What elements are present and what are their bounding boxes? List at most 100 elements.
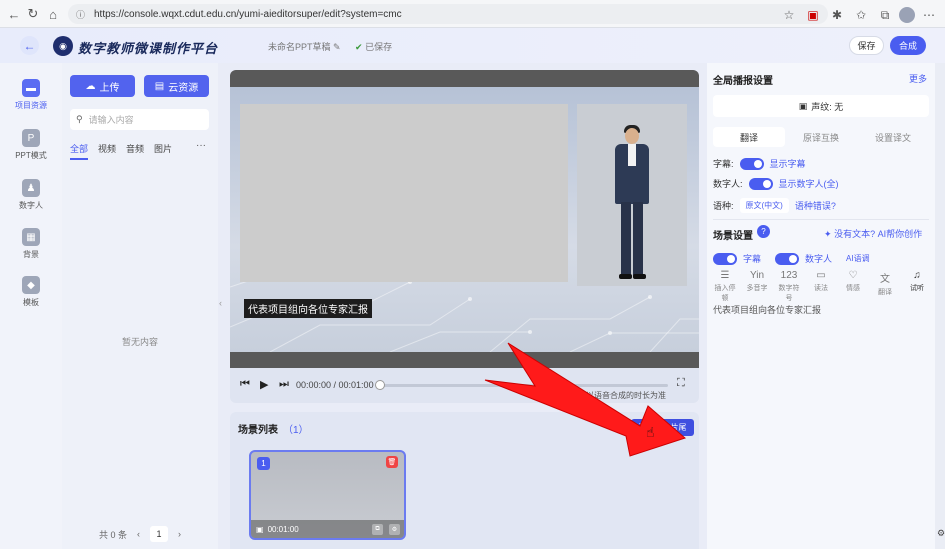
progress-knob[interactable] (375, 380, 385, 390)
asset-tabs: 全部 视频 音频 图片 (70, 142, 172, 160)
edit-icon[interactable]: ✎ (333, 42, 341, 52)
tab-translate[interactable]: 翻译 (713, 127, 785, 147)
ai-create-link[interactable]: ✦ 没有文本? AI帮你创作 (824, 227, 922, 240)
nav-item-ppt-mode[interactable]: P PPT模式 (0, 129, 62, 161)
ai-voice-link[interactable]: AI语调 (846, 253, 870, 264)
cloud-resources-button[interactable]: ▤ 云资源 (144, 75, 209, 97)
reload-icon[interactable]: ↻ (22, 3, 44, 25)
translate-tool[interactable]: 文翻译 (873, 270, 897, 303)
tab-video[interactable]: 视频 (98, 142, 116, 160)
pager-prev[interactable]: ‹ (137, 529, 140, 539)
doc-title-text: 未命名PPT草稿 (268, 42, 331, 52)
voice-label: 声纹: 无 (811, 101, 844, 112)
tab-audio[interactable]: 音频 (126, 142, 144, 160)
tab-all[interactable]: 全部 (70, 142, 89, 160)
gear-icon[interactable]: ⚙ (937, 528, 945, 539)
ai-create-text: 没有文本? AI帮你创作 (834, 229, 923, 239)
language-error-link[interactable]: 语种错误? (795, 199, 836, 212)
nav-label: 项目资源 (15, 101, 47, 110)
script-textarea[interactable]: 代表项目组向各位专家汇报 (713, 303, 821, 316)
nav-item-background[interactable]: ▦ 背景 (0, 228, 62, 260)
settings-icon[interactable]: ⚙ (389, 524, 400, 535)
scene-duration: 00:01:00 (267, 524, 299, 534)
favorites-icon[interactable]: ✩ (851, 4, 871, 26)
arrow-left-icon: ← (23, 38, 36, 53)
profile-icon[interactable] (899, 7, 915, 23)
tool-label: 数字符号 (778, 285, 800, 302)
preview-listen-tool[interactable]: ♫ 试听 (905, 270, 929, 303)
slide-canvas[interactable] (240, 104, 568, 282)
extension-icon[interactable]: ▣ (803, 4, 823, 26)
upload-button[interactable]: ☁ 上传 (70, 75, 135, 97)
scene-number: 1 (257, 457, 270, 470)
pager-page[interactable]: 1 (150, 526, 168, 542)
url-text: https://console.wqxt.cdut.edu.cn/yumi-ai… (94, 8, 402, 20)
tool-label: 试听 (910, 285, 924, 292)
folder-icon: ▬ (22, 79, 40, 97)
upload-label: 上传 (99, 82, 120, 94)
cube-icon: ◆ (22, 276, 40, 294)
digital-human-frame[interactable] (577, 104, 687, 286)
star-icon[interactable]: ☆ (779, 4, 799, 26)
copy-icon[interactable]: ⧉ (372, 524, 383, 535)
voiceprint-selector[interactable]: ▣ 声纹: 无 (713, 95, 929, 117)
reading-tool[interactable]: ▭ 读法 (809, 270, 833, 303)
skip-back-icon[interactable]: ⏮ (240, 378, 250, 391)
subtitle-toggle[interactable] (739, 157, 764, 170)
tool-label: 翻译 (878, 289, 892, 296)
app-header: ← ◉ 数字教师微课制作平台 未命名PPT草稿 ✎ ✔ 已保存 保存 合成 (0, 28, 945, 63)
puzzle-icon[interactable]: ✱ (827, 4, 847, 26)
tab-image[interactable]: 图片 (154, 142, 172, 160)
avatar-toggle[interactable] (748, 177, 773, 190)
nav-item-digital-human[interactable]: ♟ 数字人 (0, 179, 62, 211)
check-circle-icon: ✔ (355, 42, 363, 52)
search-input[interactable]: ⚲ 请输入内容 (70, 109, 209, 130)
menu-icon[interactable]: ⋯ (919, 4, 939, 26)
play-icon[interactable]: ▶ (260, 378, 268, 391)
subtitle-label: 字幕: (713, 159, 734, 169)
cursor-hand-icon: ☝ (646, 424, 655, 440)
collapse-panel-icon[interactable]: ‹ (219, 298, 222, 308)
voice-icon: ▣ (798, 100, 808, 111)
help-icon[interactable]: ? (757, 225, 770, 238)
right-scrollbar[interactable] (935, 63, 945, 549)
back-button[interactable]: ← (20, 36, 39, 55)
emotion-tool[interactable]: ♡ 情感 (841, 270, 865, 303)
scene-avatar-toggle[interactable] (775, 252, 800, 265)
tabs-more-button[interactable]: ··· (196, 140, 206, 151)
nav-item-template[interactable]: ◆ 模板 (0, 276, 62, 308)
home-icon[interactable]: ⌂ (42, 3, 64, 25)
scene-subtitle-toggle[interactable] (713, 252, 737, 265)
language-select[interactable]: 原文(中文) (739, 198, 789, 213)
tab-swap[interactable]: 原译互换 (785, 127, 857, 147)
info-icon[interactable]: ⓘ (76, 8, 88, 21)
insert-pause-tool[interactable]: ☰ 插入停顿 (713, 270, 737, 303)
app-title: 数字教师微课制作平台 (78, 42, 219, 57)
avatar-toggle-text: 显示数字人(全) (778, 179, 839, 189)
collections-icon[interactable]: ⧉ (875, 4, 895, 26)
number-symbol-tool[interactable]: 123 数字符号 (777, 270, 801, 303)
pinyin-icon: Yin (749, 270, 765, 281)
player-top-bar (230, 70, 699, 87)
preview-stage[interactable]: 代表项目组向各位专家汇报 (230, 87, 699, 352)
scene-avatar-text: 数字人 (805, 254, 833, 264)
browser-actions: ☆ ▣ ✱ ✩ ⧉ ⋯ (779, 4, 939, 26)
polyphone-tool[interactable]: Yin 多音字 (745, 270, 769, 303)
more-link[interactable]: 更多 (909, 72, 927, 85)
time-readout: 00:00:00 / 00:01:00 (296, 380, 374, 390)
subtitle-toggle-text: 显示字幕 (769, 159, 806, 169)
nav-item-project-resources[interactable]: ▬ 项目资源 (0, 79, 62, 111)
doc-title[interactable]: 未命名PPT草稿 ✎ (268, 40, 341, 53)
save-button[interactable]: 保存 (849, 36, 884, 55)
scene-card[interactable]: 1 🗑 ▣ 00:01:00 ⧉ ⚙ (249, 450, 406, 540)
tab-set-translation[interactable]: 设置译文 (857, 127, 929, 147)
digital-human-figure (609, 124, 655, 282)
empty-text: 暂无内容 (121, 337, 158, 347)
pager-next[interactable]: › (178, 529, 181, 539)
address-bar[interactable]: ⓘ https://console.wqxt.cdut.edu.cn/yumi-… (68, 4, 828, 24)
save-status: ✔ 已保存 (355, 40, 392, 53)
skip-forward-icon[interactable]: ⏭ (279, 378, 289, 391)
delete-icon[interactable]: 🗑 (386, 456, 398, 468)
synthesize-button[interactable]: 合成 (890, 36, 926, 55)
browser-toolbar: ← ↻ ⌂ ⓘ https://console.wqxt.cdut.edu.cn… (0, 0, 945, 28)
